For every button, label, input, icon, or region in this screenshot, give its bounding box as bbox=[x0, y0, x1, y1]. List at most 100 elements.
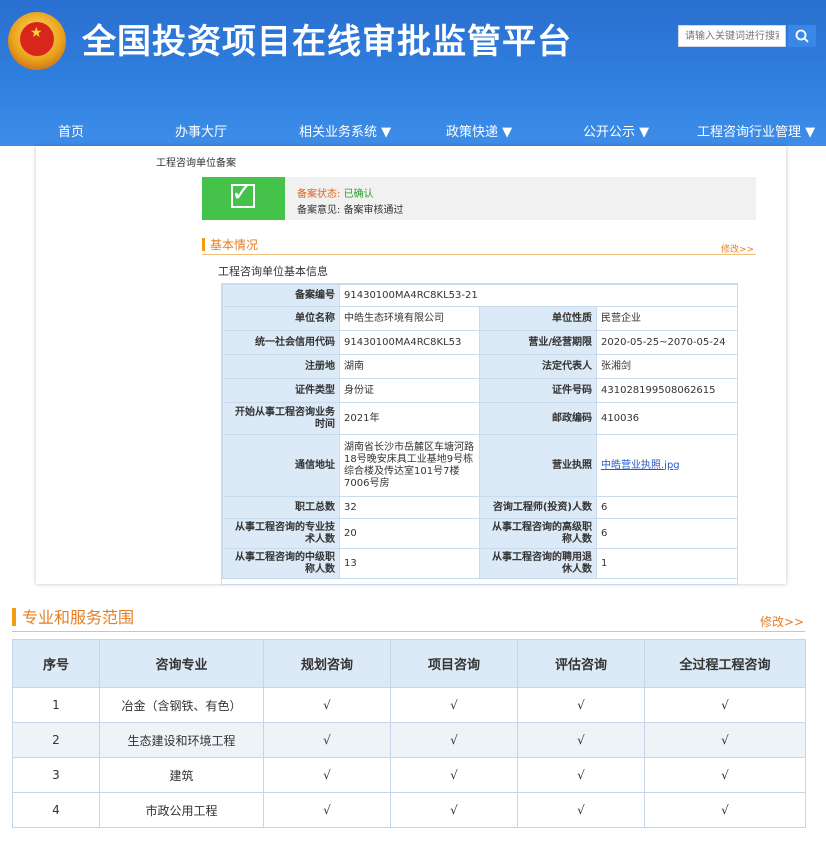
engineers-label: 咨询工程师(投资)人数 bbox=[479, 496, 597, 519]
license-file-link[interactable]: 中皓营业执照.jpg bbox=[601, 460, 680, 471]
credit-value: 91430100MA4RC8KL53 bbox=[339, 330, 480, 355]
section-marker bbox=[12, 608, 16, 626]
check-mark: √ bbox=[517, 757, 645, 793]
name-value: 中皓生态环境有限公司 bbox=[339, 306, 480, 331]
col-project: 项目咨询 bbox=[390, 639, 518, 688]
table-row: 通信地址 湖南省长沙市岳麓区车塘河路18号晚安床具工业基地9号栋综合楼及传达室1… bbox=[222, 434, 737, 497]
row-no: 2 bbox=[12, 722, 100, 758]
table-row: 注册地 湖南 法定代表人 张湘剑 bbox=[222, 354, 737, 379]
nav-policy-express[interactable]: 政策快递 ▼ bbox=[446, 120, 512, 146]
check-mark: √ bbox=[390, 792, 518, 828]
check-mark: √ bbox=[263, 687, 391, 723]
row-no: 4 bbox=[12, 792, 100, 828]
scope-edit-link[interactable]: 修改>> bbox=[760, 613, 804, 630]
nav-home[interactable]: 首页 bbox=[58, 120, 84, 146]
nature-label: 单位性质 bbox=[479, 306, 597, 331]
check-mark: √ bbox=[263, 757, 391, 793]
nav-service-hall[interactable]: 办事大厅 bbox=[175, 120, 227, 146]
senior-label: 从事工程咨询的高级职称人数 bbox=[479, 518, 597, 549]
legal-value: 张湘剑 bbox=[595, 354, 737, 379]
check-mark: √ bbox=[517, 792, 645, 828]
table-row: 从事工程咨询的专业技术人数 20 从事工程咨询的高级职称人数 6 bbox=[222, 518, 737, 549]
col-whole-process: 全过程工程咨询 bbox=[644, 639, 806, 688]
zip-value: 410036 bbox=[595, 402, 737, 435]
table-row: 证件类型 身份证 证件号码 431028199508062615 bbox=[222, 378, 737, 403]
record-no-value: 91430100MA4RC8KL53-21 bbox=[338, 284, 737, 307]
confirmed-check-icon: ✓ bbox=[202, 177, 285, 220]
start-value: 2021年 bbox=[339, 402, 480, 435]
table-row: 单位名称 中皓生态环境有限公司 单位性质 民营企业 bbox=[222, 306, 737, 331]
check-mark: √ bbox=[517, 687, 645, 723]
status-label: 备案状态: bbox=[297, 189, 341, 200]
check-mark: √ bbox=[263, 792, 391, 828]
table-row: 3 建筑 √ √ √ √ bbox=[12, 757, 806, 793]
divider bbox=[202, 254, 756, 255]
col-evaluation: 评估咨询 bbox=[517, 639, 645, 688]
check-mark: √ bbox=[644, 687, 806, 723]
row-no: 1 bbox=[12, 687, 100, 723]
retired-label: 从事工程咨询的聘用退休人数 bbox=[479, 548, 597, 579]
name-label: 单位名称 bbox=[222, 306, 340, 331]
table-row: 1 冶金（含钢铁、有色） √ √ √ √ bbox=[12, 687, 806, 723]
search-box bbox=[678, 25, 786, 47]
nav-related-systems[interactable]: 相关业务系统 ▼ bbox=[299, 120, 391, 146]
senior-value: 6 bbox=[595, 518, 737, 549]
table-row: 2 生态建设和环境工程 √ √ √ √ bbox=[12, 722, 806, 758]
staff-label: 职工总数 bbox=[222, 496, 340, 519]
period-label: 营业/经营期限 bbox=[479, 330, 597, 355]
credit-label: 统一社会信用代码 bbox=[222, 330, 340, 355]
divider bbox=[12, 631, 805, 632]
staff-value: 32 bbox=[339, 496, 480, 519]
check-mark: √ bbox=[517, 722, 645, 758]
col-planning: 规划咨询 bbox=[263, 639, 391, 688]
tech-label: 从事工程咨询的专业技术人数 bbox=[222, 518, 340, 549]
check-mark: √ bbox=[390, 722, 518, 758]
search-input[interactable] bbox=[679, 26, 785, 46]
row-major: 建筑 bbox=[99, 757, 264, 793]
search-button[interactable] bbox=[788, 25, 816, 47]
retired-value: 1 bbox=[595, 548, 737, 579]
row-major: 生态建设和环境工程 bbox=[99, 722, 264, 758]
period-value: 2020-05-25~2070-05-24 bbox=[595, 330, 737, 355]
status-box: ✓ 备案状态: 已确认 备案意见: 备案审核通过 bbox=[202, 177, 756, 220]
section-marker bbox=[202, 238, 205, 251]
zip-label: 邮政编码 bbox=[479, 402, 597, 435]
cert-no-label: 证件号码 bbox=[479, 378, 597, 403]
table-row: 从事工程咨询的中级职称人数 13 从事工程咨询的聘用退休人数 1 bbox=[222, 548, 737, 579]
tech-value: 20 bbox=[339, 518, 480, 549]
breadcrumb: 工程咨询单位备案 bbox=[156, 158, 236, 169]
main-nav: 首页 办事大厅 相关业务系统 ▼ 政策快递 ▼ 公开公示 ▼ 工程咨询行业管理 … bbox=[0, 120, 826, 146]
check-mark: √ bbox=[644, 792, 806, 828]
table-row: 备案编号 91430100MA4RC8KL53-21 bbox=[222, 284, 737, 307]
engineers-value: 6 bbox=[595, 496, 737, 519]
table-row: 统一社会信用代码 91430100MA4RC8KL53 营业/经营期限 2020… bbox=[222, 330, 737, 355]
table-row: 4 市政公用工程 √ √ √ √ bbox=[12, 792, 806, 828]
scope-title: 专业和服务范围 bbox=[22, 608, 135, 627]
cert-type-label: 证件类型 bbox=[222, 378, 340, 403]
addr-value: 湖南省长沙市岳麓区车塘河路18号晚安床具工业基地9号栋综合楼及传达室101号7楼… bbox=[339, 434, 480, 497]
check-mark: √ bbox=[263, 722, 391, 758]
scope-table: 序号 咨询专业 规划咨询 项目咨询 评估咨询 全过程工程咨询 1 冶金（含钢铁、… bbox=[12, 639, 806, 828]
start-label: 开始从事工程咨询业务时间 bbox=[222, 402, 340, 435]
record-no-label: 备案编号 bbox=[222, 284, 340, 307]
opinion-label: 备案意见: bbox=[297, 205, 341, 216]
site-title: 全国投资项目在线审批监管平台 bbox=[82, 22, 572, 62]
row-major: 市政公用工程 bbox=[99, 792, 264, 828]
nav-public-notice[interactable]: 公开公示 ▼ bbox=[583, 120, 649, 146]
site-header: ★ 全国投资项目在线审批监管平台 首页 办事大厅 相关业务系统 ▼ 政策快递 ▼… bbox=[0, 0, 826, 146]
mid-label: 从事工程咨询的中级职称人数 bbox=[222, 548, 340, 579]
basic-info-title: 基本情况 bbox=[210, 238, 259, 252]
table-header-row: 序号 咨询专业 规划咨询 项目咨询 评估咨询 全过程工程咨询 bbox=[12, 639, 806, 688]
status-value: 已确认 bbox=[343, 189, 374, 200]
check-mark: √ bbox=[644, 757, 806, 793]
nav-industry-management[interactable]: 工程咨询行业管理 ▼ bbox=[697, 120, 815, 146]
license-label: 营业执照 bbox=[479, 434, 597, 497]
search-icon bbox=[795, 29, 809, 43]
basic-info-subtitle: 工程咨询单位基本信息 bbox=[218, 265, 328, 278]
legal-label: 法定代表人 bbox=[479, 354, 597, 379]
table-row: 职工总数 32 咨询工程师(投资)人数 6 bbox=[222, 496, 737, 519]
row-major: 冶金（含钢铁、有色） bbox=[99, 687, 264, 723]
cert-no-value: 431028199508062615 bbox=[595, 378, 737, 403]
reg-label: 注册地 bbox=[222, 354, 340, 379]
basic-info-table: 备案编号 91430100MA4RC8KL53-21 单位名称 中皓生态环境有限… bbox=[221, 283, 738, 585]
